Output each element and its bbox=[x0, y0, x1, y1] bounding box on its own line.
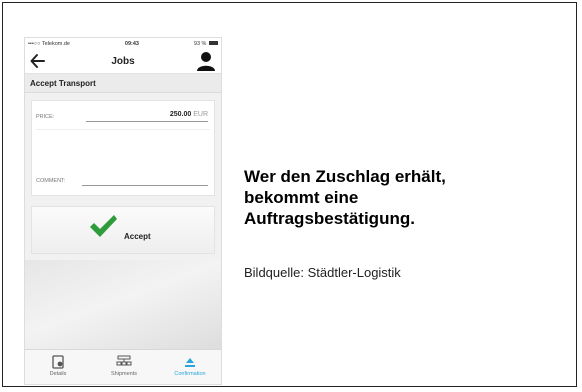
image-source: Bildquelle: Städtler-Logistik bbox=[244, 265, 401, 280]
phone-screenshot: •••○○ Telekom.de 09:43 93 % Jobs Accept … bbox=[24, 37, 222, 385]
tab-confirmation-label: Confirmation bbox=[174, 371, 206, 377]
empty-area bbox=[25, 260, 221, 352]
accept-button[interactable]: Accept bbox=[31, 206, 215, 254]
comment-label: COMMENT: bbox=[36, 178, 66, 184]
tab-shipments[interactable]: Shipments bbox=[91, 350, 157, 384]
user-icon[interactable] bbox=[195, 50, 217, 72]
clock-label: 09:43 bbox=[124, 40, 139, 47]
battery-icon bbox=[208, 41, 218, 46]
slide-frame: •••○○ Telekom.de 09:43 93 % Jobs Accept … bbox=[2, 2, 577, 387]
nav-title: Jobs bbox=[111, 55, 135, 67]
details-icon bbox=[52, 355, 64, 369]
battery-percent: 93 % bbox=[193, 40, 207, 47]
tab-confirmation[interactable]: Confirmation bbox=[157, 350, 221, 384]
battery-label: 93 % bbox=[194, 41, 218, 47]
tab-details[interactable]: Details bbox=[25, 350, 91, 384]
tab-shipments-label: Shipments bbox=[111, 371, 137, 377]
transport-form: PRICE: 250.00 EUR COMMENT: bbox=[31, 100, 215, 196]
confirmation-icon bbox=[185, 358, 195, 367]
shipments-icon bbox=[116, 355, 132, 366]
headline-line: Wer den Zuschlag erhält, bbox=[244, 167, 446, 186]
tab-details-label: Details bbox=[49, 371, 67, 377]
price-currency: EUR bbox=[193, 111, 208, 118]
headline-line: Auftragsbestätigung. bbox=[244, 209, 415, 228]
tab-bar: Details Shipments Confirmation bbox=[25, 349, 221, 384]
price-divider bbox=[36, 129, 210, 130]
headline-line: bekommt eine bbox=[244, 188, 359, 207]
caption-headline: Wer den Zuschlag erhält, bekommt eine Au… bbox=[244, 166, 564, 229]
comment-field[interactable] bbox=[82, 185, 208, 186]
carrier-label: •••○○ Telekom.de bbox=[28, 40, 70, 47]
price-value: 250.00 bbox=[169, 111, 192, 118]
nav-bar: Jobs bbox=[25, 49, 221, 74]
comment-row: COMMENT: bbox=[36, 175, 210, 187]
price-field[interactable]: 250.00 EUR bbox=[86, 111, 208, 122]
price-label: PRICE: bbox=[36, 114, 55, 120]
accept-label: Accept bbox=[124, 232, 151, 241]
section-title: Accept Transport bbox=[25, 74, 221, 93]
status-bar: •••○○ Telekom.de 09:43 93 % bbox=[25, 38, 221, 49]
price-row: PRICE: 250.00 EUR bbox=[36, 111, 210, 130]
checkmark-icon bbox=[90, 215, 117, 237]
